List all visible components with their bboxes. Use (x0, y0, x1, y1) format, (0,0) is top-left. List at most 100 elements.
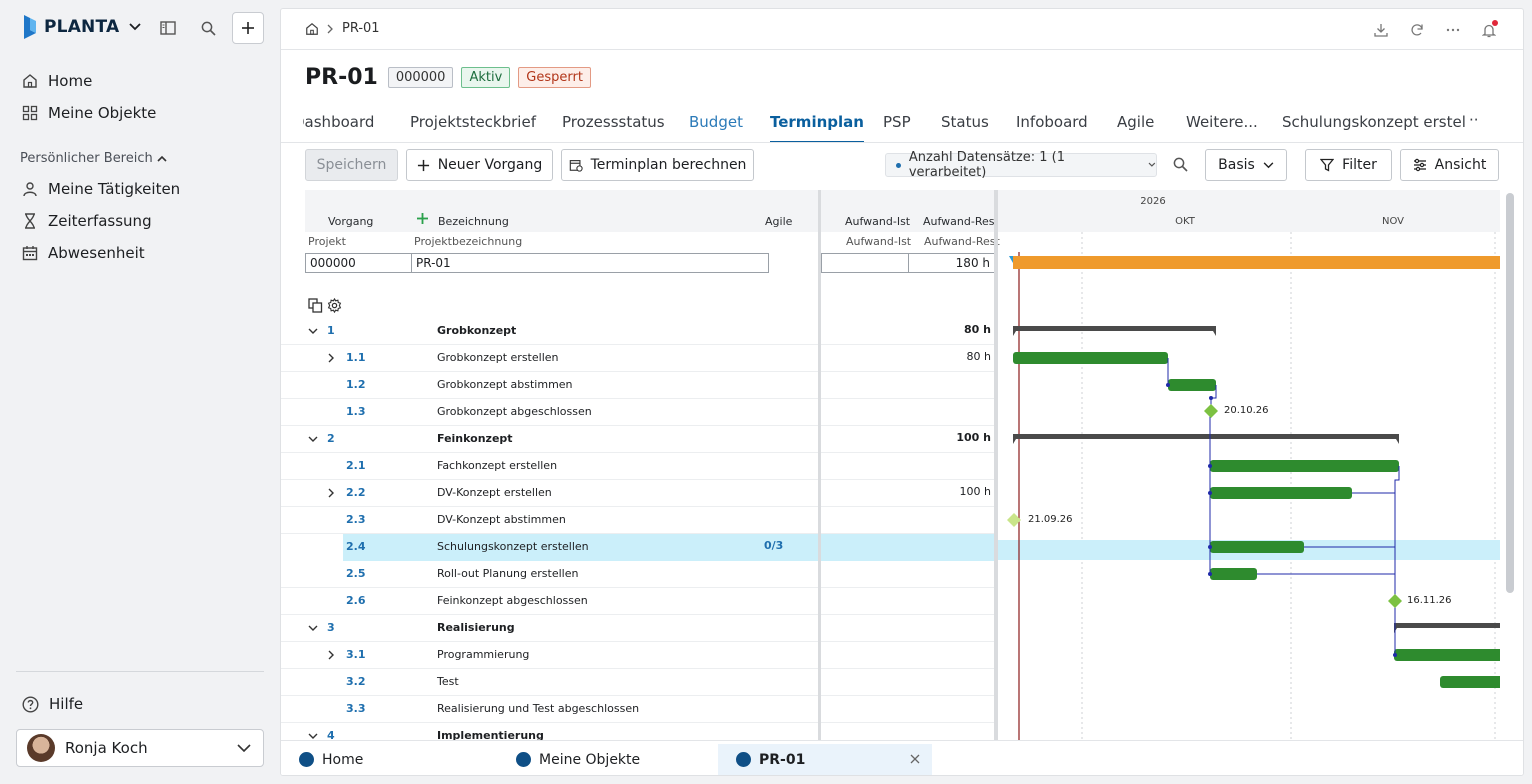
tab-terminplan[interactable]: Terminplan (770, 113, 864, 143)
chevron-down-icon[interactable] (307, 325, 319, 337)
row-number[interactable]: 1.1 (346, 351, 366, 364)
close-icon[interactable] (910, 754, 920, 764)
sidebar-toggle-icon[interactable] (158, 18, 178, 38)
row-number[interactable]: 3 (327, 621, 335, 634)
table-row[interactable]: 2.6 Feinkonzept abgeschlossen (281, 588, 997, 615)
col-header-vorgang[interactable]: Vorgang (328, 215, 373, 228)
row-name[interactable]: Realisierung und Test abgeschlossen (437, 702, 639, 715)
nav-home[interactable]: Home (22, 72, 92, 90)
table-row[interactable]: 3.2 Test (281, 669, 997, 696)
chevron-right-icon[interactable] (325, 649, 337, 661)
download-icon[interactable] (1371, 20, 1391, 40)
table-row[interactable]: 2 Feinkonzept 100 h (281, 426, 997, 453)
table-row[interactable]: 2.2 DV-Konzept erstellen 100 h (281, 480, 997, 507)
brand-menu[interactable]: PLANTA (22, 14, 141, 40)
row-name[interactable]: DV-Konzept abstimmen (437, 513, 566, 526)
row-name[interactable]: Grobkonzept abstimmen (437, 378, 573, 391)
nav-meine-taetigkeiten[interactable]: Meine Tätigkeiten (22, 180, 180, 198)
tab-weitere[interactable]: Weitere... (1186, 113, 1258, 143)
project-id-field[interactable]: 000000 (305, 253, 412, 273)
bottom-tab-home[interactable]: Home (281, 744, 491, 775)
row-name[interactable]: Test (437, 675, 459, 688)
row-name[interactable]: DV-Konzept erstellen (437, 486, 552, 499)
col-header-aufwand-rest[interactable]: Aufwand-Rest (923, 215, 999, 228)
nav-help[interactable]: Hilfe (22, 695, 83, 713)
records-dropdown[interactable]: Anzahl Datensätze: 1 (1 verarbeitet) (885, 150, 1157, 180)
nav-meine-objekte[interactable]: Meine Objekte (22, 104, 156, 122)
tab-agile[interactable]: Agile (1117, 113, 1154, 143)
row-number[interactable]: 2.4 (346, 540, 366, 553)
project-name-field[interactable]: PR-01 (411, 253, 769, 273)
row-name[interactable]: Programmierung (437, 648, 529, 661)
row-name[interactable]: Grobkonzept (437, 324, 516, 337)
bottom-tab-meine-objekte[interactable]: Meine Objekte (498, 744, 708, 775)
row-agile[interactable]: 0/3 (764, 539, 783, 552)
table-row[interactable]: 2.1 Fachkonzept erstellen (281, 453, 997, 480)
chevron-right-icon[interactable] (325, 352, 337, 364)
tab-psp[interactable]: PSP (883, 113, 911, 143)
row-name[interactable]: Realisierung (437, 621, 515, 634)
row-name[interactable]: Fachkonzept erstellen (437, 459, 557, 472)
breadcrumb-current[interactable]: PR-01 (342, 21, 380, 36)
row-number[interactable]: 2.3 (346, 513, 366, 526)
calc-schedule-button[interactable]: Terminplan berechnen (561, 149, 754, 181)
tab-prozessstatus[interactable]: Prozessstatus (562, 113, 665, 143)
row-name[interactable]: Schulungskonzept erstellen (437, 540, 589, 553)
row-name[interactable]: Feinkonzept abgeschlossen (437, 594, 588, 607)
row-number[interactable]: 3.2 (346, 675, 366, 688)
milestone-1-3[interactable] (1204, 404, 1218, 418)
table-row[interactable]: 1.1 Grobkonzept erstellen 80 h (281, 345, 997, 372)
refresh-icon[interactable] (1407, 20, 1427, 40)
new-task-button[interactable]: Neuer Vorgang (406, 149, 553, 181)
col-header-agile[interactable]: Agile (765, 215, 792, 228)
row-number[interactable]: 3.1 (346, 648, 366, 661)
section-persoenlicher-bereich[interactable]: Persönlicher Bereich (20, 151, 167, 166)
user-menu[interactable]: Ronja Koch (16, 729, 264, 767)
tab-status[interactable]: Status (941, 113, 989, 143)
table-row[interactable]: 1.2 Grobkonzept abstimmen (281, 372, 997, 399)
nav-zeiterfassung[interactable]: Zeiterfassung (22, 212, 152, 230)
table-row[interactable]: 2.4 Schulungskonzept erstellen 0/3 (343, 534, 997, 561)
table-row[interactable]: 3 Realisierung (281, 615, 997, 642)
row-number[interactable]: 2.2 (346, 486, 366, 499)
create-button[interactable] (232, 12, 264, 44)
col-header-bezeichnung[interactable]: Bezeichnung (438, 215, 509, 228)
tabs-overflow-icon[interactable]: ··· (1469, 113, 1478, 141)
tab-projektsteckbrief[interactable]: Projektsteckbrief (410, 113, 536, 143)
chevron-right-icon[interactable] (325, 487, 337, 499)
row-name[interactable]: Grobkonzept abgeschlossen (437, 405, 592, 418)
bottom-tab-pr-01[interactable]: PR-01 (718, 744, 932, 775)
row-number[interactable]: 1 (327, 324, 335, 337)
copy-icon[interactable] (308, 298, 323, 313)
home-icon[interactable] (305, 22, 319, 36)
project-bar[interactable] (1013, 256, 1500, 269)
search-icon[interactable] (1173, 157, 1188, 176)
row-number[interactable]: 2 (327, 432, 335, 445)
column-splitter-left[interactable] (818, 190, 821, 740)
row-name[interactable]: Grobkonzept erstellen (437, 351, 558, 364)
view-button[interactable]: Ansicht (1400, 149, 1499, 181)
filter-button[interactable]: Filter (1305, 149, 1392, 181)
project-aufwand-ist-field[interactable] (821, 253, 909, 273)
bell-icon[interactable] (1479, 20, 1499, 40)
milestone-2-6[interactable] (1388, 594, 1402, 608)
row-number[interactable]: 1.3 (346, 405, 366, 418)
vertical-scrollbar[interactable] (1506, 193, 1514, 593)
more-icon[interactable] (1443, 20, 1463, 40)
table-row[interactable]: 3.1 Programmierung (281, 642, 997, 669)
table-row[interactable]: 3.3 Realisierung und Test abgeschlossen (281, 696, 997, 723)
col-header-aufwand-ist[interactable]: Aufwand-Ist (845, 215, 910, 228)
add-row-icon[interactable] (417, 213, 428, 224)
row-name[interactable]: Feinkonzept (437, 432, 513, 445)
tab-dashboard[interactable]: Dashboard (303, 113, 374, 143)
gear-icon[interactable] (327, 298, 342, 313)
row-name[interactable]: Roll-out Planung erstellen (437, 567, 578, 580)
table-row[interactable]: 2.3 DV-Konzept abstimmen (281, 507, 997, 534)
row-number[interactable]: 3.3 (346, 702, 366, 715)
search-icon[interactable] (198, 18, 218, 38)
table-row[interactable]: 1.3 Grobkonzept abgeschlossen (281, 399, 997, 426)
tab-infoboard[interactable]: Infoboard (1016, 113, 1088, 143)
basis-dropdown[interactable]: Basis (1205, 149, 1287, 181)
row-number[interactable]: 1.2 (346, 378, 366, 391)
chevron-down-icon[interactable] (307, 433, 319, 445)
